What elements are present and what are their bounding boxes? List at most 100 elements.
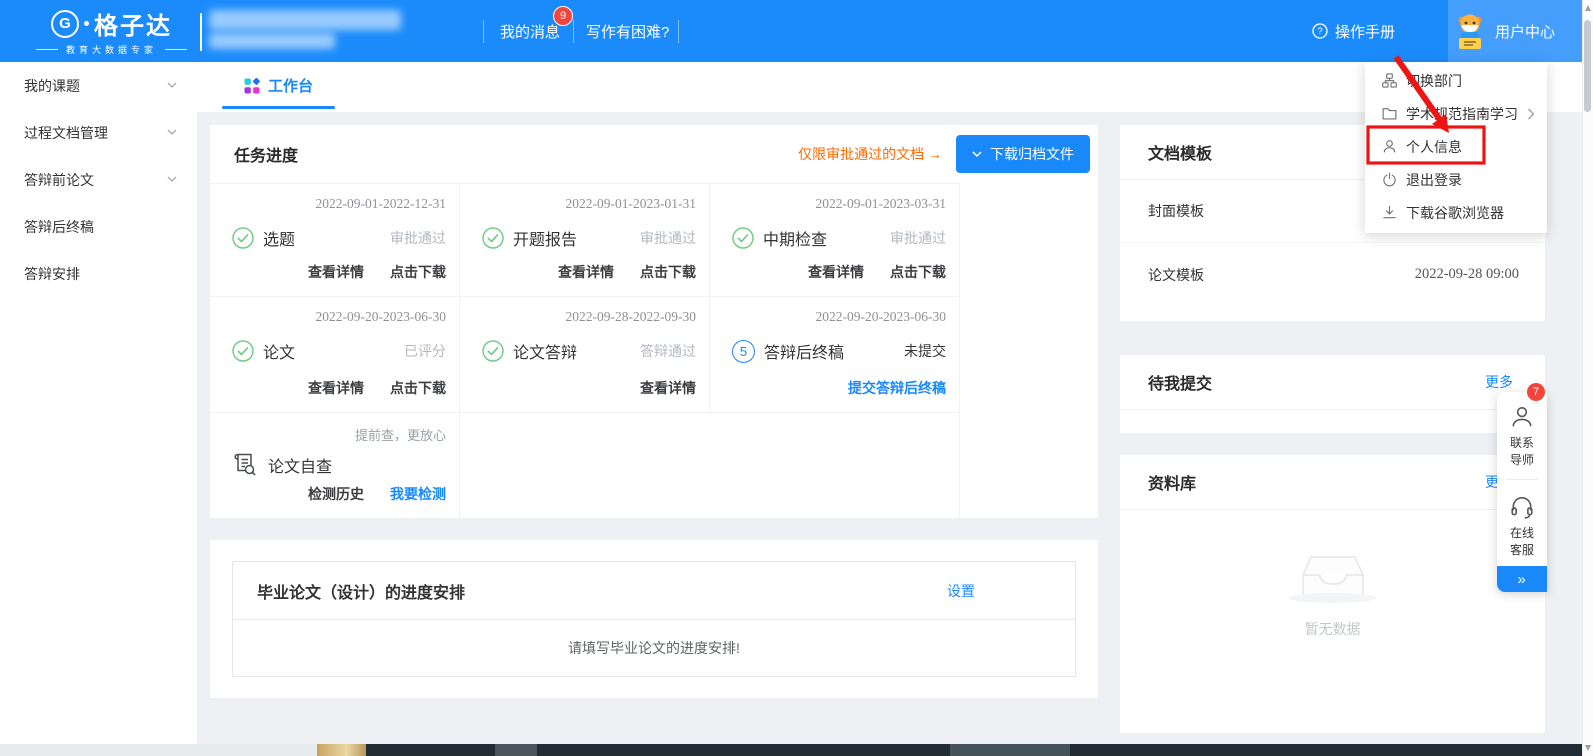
user-center-label: 用户中心	[1495, 21, 1555, 42]
sidebar-item-pre-defense-paper[interactable]: 答辩前论文	[0, 156, 197, 203]
messages-badge: 9	[553, 6, 573, 26]
view-detail-link[interactable]: 查看详情	[640, 378, 696, 398]
download-link[interactable]: 点击下载	[390, 262, 446, 282]
svg-text:?: ?	[1317, 26, 1322, 37]
task-status: 审批通过	[390, 228, 446, 248]
mentor-person-icon	[1509, 404, 1535, 430]
menu-item-label: 退出登录	[1406, 170, 1462, 190]
scrollbar-thumb[interactable]	[1584, 20, 1591, 112]
sidebar-item-final-draft[interactable]: 答辩后终稿	[0, 203, 197, 250]
user-center-menu: 切换部门 学术规范指南学习 个人信息 退出登录 下载谷歌浏览器	[1365, 62, 1547, 233]
messages-label: 我的消息	[500, 21, 560, 42]
menu-item-academic-guide[interactable]: 学术规范指南学习	[1365, 97, 1547, 130]
mascot-icon	[1452, 12, 1488, 50]
online-service-button[interactable]: 在线客服	[1497, 482, 1547, 567]
menu-item-switch-department[interactable]: 切换部门	[1365, 64, 1547, 97]
task-name: 答辩后终稿	[764, 339, 844, 363]
to-submit-title: 待我提交	[1148, 370, 1485, 394]
view-detail-link[interactable]: 查看详情	[558, 262, 614, 282]
download-link[interactable]: 点击下载	[640, 262, 696, 282]
schedule-empty-text: 请填写毕业论文的进度安排!	[233, 620, 1075, 675]
tab-workbench[interactable]: 工作台	[222, 62, 335, 109]
check-circle-icon	[482, 340, 504, 362]
active-tab-indicator	[222, 106, 335, 109]
task-status: 未提交	[904, 341, 946, 361]
schedule-card: 毕业论文（设计）的进度安排 设置 请填写毕业论文的进度安排!	[210, 540, 1098, 698]
check-circle-icon	[482, 227, 504, 249]
check-circle-icon	[232, 340, 254, 362]
sidebar-item-process-docs[interactable]: 过程文档管理	[0, 109, 197, 156]
schedule-settings-link[interactable]: 设置	[947, 581, 975, 601]
menu-item-logout[interactable]: 退出登录	[1365, 163, 1547, 196]
chevron-right-icon	[1527, 108, 1535, 120]
check-circle-icon	[732, 227, 754, 249]
library-title: 资料库	[1148, 470, 1485, 494]
collapse-widget-button[interactable]: »	[1497, 566, 1547, 592]
self-check-tip: 提前查，更放心	[355, 425, 446, 444]
task-cell-proposal: 2022-09-01-2023-01-31 开题报告 审批通过 查看详情 点击下…	[460, 183, 710, 296]
self-check-name: 论文自查	[268, 453, 332, 477]
schedule-title: 毕业论文（设计）的进度安排	[257, 579, 947, 603]
chevron-down-icon	[167, 129, 177, 136]
download-link[interactable]: 点击下载	[890, 262, 946, 282]
topbar-separator	[200, 13, 202, 51]
headset-icon	[1509, 494, 1535, 520]
sidebar: 我的课题 过程文档管理 答辩前论文 答辩后终稿 答辩安排	[0, 62, 197, 744]
schedule-box: 毕业论文（设计）的进度安排 设置 请填写毕业论文的进度安排!	[232, 561, 1076, 677]
manual-link[interactable]: ? 操作手册	[1312, 0, 1395, 62]
logo-g-icon: G	[51, 10, 79, 38]
to-submit-more-link[interactable]: 更多	[1485, 372, 1513, 392]
template-row-paper: 论文模板 2022-09-28 09:00	[1120, 243, 1545, 306]
view-detail-link[interactable]: 查看详情	[308, 378, 364, 398]
self-check-cell: 提前查，更放心 论文自查 检测历史 我要检测	[210, 412, 460, 518]
empty-inbox-icon	[1301, 555, 1365, 597]
task-grid: 2022-09-01-2022-12-31 选题 审批通过 查看详情 点击下载 …	[210, 183, 960, 518]
download-archive-button[interactable]: 下载归档文件	[956, 135, 1090, 173]
view-detail-link[interactable]: 查看详情	[308, 262, 364, 282]
empty-shadow	[1289, 593, 1377, 603]
sidebar-item-label: 答辩前论文	[24, 170, 167, 190]
contact-mentor-label: 联系导师	[1509, 435, 1535, 469]
menu-item-label: 学术规范指南学习	[1406, 104, 1518, 124]
messages-link[interactable]: 我的消息	[500, 0, 560, 62]
run-check-link[interactable]: 我要检测	[390, 484, 446, 504]
brand-name: 格子达	[94, 6, 172, 41]
task-date: 2022-09-01-2023-03-31	[816, 196, 946, 212]
task-cell-defense: 2022-09-28-2022-09-30 论文答辩 答辩通过 查看详情	[460, 296, 710, 412]
download-link[interactable]: 点击下载	[390, 378, 446, 398]
task-cell-midterm: 2022-09-01-2023-03-31 中期检查 审批通过 查看详情 点击下…	[710, 183, 960, 296]
view-detail-link[interactable]: 查看详情	[808, 262, 864, 282]
writing-help-link[interactable]: 写作有困难?	[586, 0, 669, 62]
template-name-link[interactable]: 论文模板	[1148, 265, 1415, 285]
task-status: 审批通过	[640, 228, 696, 248]
sidebar-item-defense-schedule[interactable]: 答辩安排	[0, 250, 197, 297]
tagline-dash-right	[165, 49, 187, 50]
scrollbar-up-arrow[interactable]	[1585, 5, 1591, 11]
org-icon	[1381, 73, 1397, 89]
brand-logo: G 格子达 教育大数据专家	[36, 6, 187, 56]
menu-item-download-chrome[interactable]: 下载谷歌浏览器	[1365, 196, 1547, 229]
check-history-link[interactable]: 检测历史	[308, 484, 364, 504]
library-empty-text: 暂无数据	[1305, 619, 1361, 639]
task-name: 论文答辩	[513, 339, 577, 363]
task-date: 2022-09-20-2023-06-30	[816, 309, 946, 325]
menu-item-label: 下载谷歌浏览器	[1406, 203, 1504, 223]
contact-mentor-button[interactable]: 联系导师	[1497, 392, 1547, 477]
taskbar-dark-sliver	[366, 744, 1593, 756]
menu-item-label: 个人信息	[1406, 137, 1462, 157]
task-date: 2022-09-01-2022-12-31	[316, 196, 446, 212]
tagline-dash-left	[36, 49, 58, 50]
task-name: 选题	[263, 226, 295, 250]
task-date: 2022-09-20-2023-06-30	[316, 309, 446, 325]
user-center-button[interactable]: 用户中心	[1448, 0, 1583, 62]
to-submit-panel: 待我提交 更多	[1120, 355, 1545, 433]
menu-item-personal-info[interactable]: 个人信息	[1365, 130, 1547, 163]
library-empty-state: 暂无数据	[1120, 555, 1545, 639]
sidebar-item-my-topics[interactable]: 我的课题	[0, 62, 197, 109]
scrollbar-down-arrow[interactable]	[1585, 745, 1591, 751]
task-name: 开题报告	[513, 226, 577, 250]
brand-tagline: 教育大数据专家	[66, 43, 157, 56]
power-icon	[1381, 172, 1397, 188]
task-date: 2022-09-28-2022-09-30	[566, 309, 696, 325]
submit-final-draft-link[interactable]: 提交答辩后终稿	[848, 378, 946, 398]
